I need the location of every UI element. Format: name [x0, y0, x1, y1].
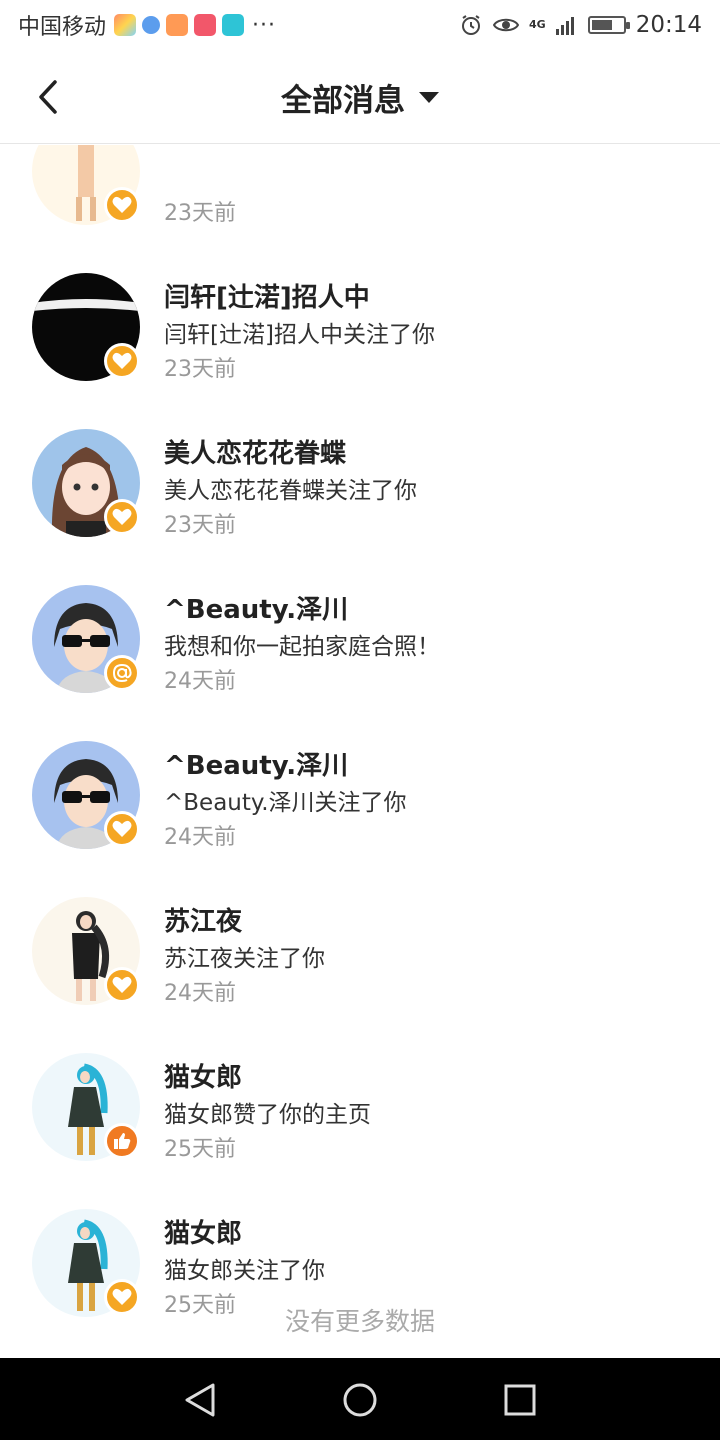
carrier-name: 中国移动: [18, 15, 107, 40]
eye-icon: [493, 15, 520, 35]
message-time: 23天前: [164, 201, 236, 226]
heart-icon: [104, 499, 140, 535]
triangle-back-icon: [185, 1383, 215, 1417]
at-icon: [104, 655, 140, 691]
message-item[interactable]: 23天前: [0, 145, 720, 255]
message-text: ^Beauty.泽川关注了你: [164, 790, 407, 816]
message-time: 24天前: [164, 825, 236, 850]
thumbs-up-icon: [104, 1123, 140, 1159]
heart-icon: [104, 811, 140, 847]
message-time: 23天前: [164, 357, 236, 382]
signal-bars-icon: [555, 15, 578, 35]
notification-icons: [114, 14, 245, 36]
message-text: 我想和你一起拍家庭合照！: [164, 634, 440, 660]
message-filter-dropdown[interactable]: 全部消息: [0, 50, 720, 144]
nav-recents-button[interactable]: [498, 1378, 542, 1422]
page-title: 全部消息: [281, 82, 405, 119]
message-time: 23天前: [164, 513, 236, 538]
message-item[interactable]: 美人恋花花眷蝶美人恋花花眷蝶关注了你 23天前: [0, 411, 720, 567]
sender-name: 苏江夜: [164, 907, 243, 937]
caret-down-icon: [419, 91, 439, 103]
alarm-icon: [459, 13, 483, 37]
sender-name: 猫女郎: [164, 1219, 243, 1249]
sender-name: 美人恋花花眷蝶: [164, 439, 347, 469]
message-item[interactable]: ^Beauty.泽川 ^Beauty.泽川关注了你 24天前: [0, 723, 720, 879]
app-notification-icon: [166, 14, 189, 36]
heart-icon: [104, 343, 140, 379]
clock: 20:14: [635, 12, 702, 38]
heart-icon: [104, 187, 140, 223]
message-item[interactable]: 闫轩[辻渃]招人中闫轩[辻渃]招人中关注了你 23天前: [0, 255, 720, 411]
more-notifications-icon: ···: [252, 12, 276, 38]
header: 全部消息: [0, 50, 720, 144]
battery-icon: [587, 16, 630, 34]
heart-icon: [104, 967, 140, 1003]
message-text: 闫轩[辻渃]招人中关注了你: [164, 322, 435, 348]
navigation-bar: [0, 1358, 720, 1440]
sender-name: ^Beauty.泽川: [164, 751, 349, 781]
message-item[interactable]: ^Beauty.泽川我想和你一起拍家庭合照！ 24天前: [0, 567, 720, 723]
sender-name: 猫女郎: [164, 1063, 243, 1093]
app-notification-icon: [222, 14, 245, 36]
signal-icon: 4G: [529, 18, 546, 31]
sender-name: 闫轩[辻渃]招人中: [164, 283, 370, 313]
square-recents-icon: [504, 1384, 536, 1416]
nav-home-button[interactable]: [338, 1378, 382, 1422]
message-list[interactable]: 23天前 闫轩[辻渃]招人中 闫轩[辻渃]招人中关注了你 23天前 美人恋花花眷蝶 美人恋…: [0, 145, 720, 1358]
app-notification-icon: [142, 16, 161, 34]
no-more-data-label: 没有更多数据: [284, 1307, 435, 1336]
message-item[interactable]: 苏江夜苏江夜关注了你 24天前: [0, 879, 720, 1035]
message-text: 猫女郎关注了你: [164, 1258, 325, 1284]
app-notification-icon: [114, 14, 137, 36]
message-time: 24天前: [164, 981, 236, 1006]
message-text: 苏江夜关注了你: [164, 946, 325, 972]
message-time: 24天前: [164, 669, 236, 694]
nav-back-button[interactable]: [178, 1378, 222, 1422]
sender-name: ^Beauty.泽川: [164, 595, 349, 625]
network-type: 4G: [529, 18, 546, 31]
message-text: 美人恋花花眷蝶关注了你: [164, 478, 417, 504]
message-time: 25天前: [164, 1137, 236, 1162]
status-bar: 中国移动 ··· 4G 20:14: [0, 0, 720, 50]
circle-home-icon: [343, 1383, 377, 1417]
app-notification-icon: [194, 14, 217, 36]
message-text: 猫女郎赞了你的主页: [164, 1102, 371, 1128]
message-item[interactable]: 猫女郎猫女郎赞了你的主页 25天前: [0, 1035, 720, 1191]
